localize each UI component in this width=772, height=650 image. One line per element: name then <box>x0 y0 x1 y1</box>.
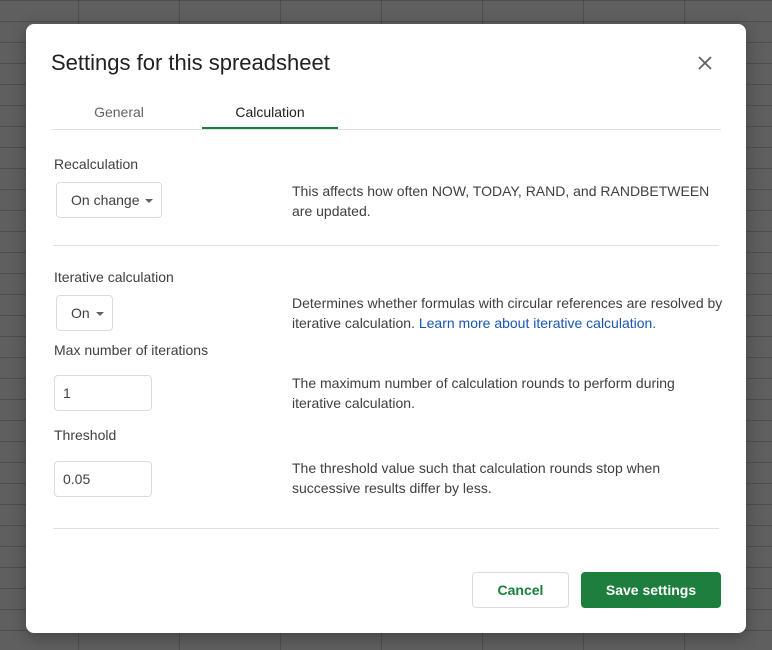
section-divider <box>53 245 719 246</box>
recalculation-select[interactable]: On change <box>56 182 162 218</box>
threshold-description: The threshold value such that calculatio… <box>292 460 661 496</box>
dropdown-caret-icon <box>145 199 153 203</box>
max-iterations-description: The maximum number of calculation rounds… <box>292 375 675 411</box>
threshold-input[interactable] <box>54 461 152 497</box>
iterative-calculation-select[interactable]: On <box>56 295 113 331</box>
tab-calculation[interactable]: Calculation <box>202 96 338 129</box>
iterative-calculation-description: Determines whether formulas with circula… <box>292 293 724 333</box>
iterative-calculation-label: Iterative calculation <box>54 269 174 285</box>
tab-general[interactable]: General <box>51 96 187 127</box>
learn-more-link[interactable]: Learn more about iterative calculation. <box>419 315 656 331</box>
close-icon <box>698 56 712 70</box>
dropdown-caret-icon <box>96 312 104 316</box>
tab-bar: General Calculation <box>51 96 721 130</box>
recalculation-label: Recalculation <box>54 156 139 172</box>
settings-dialog: Settings for this spreadsheet General Ca… <box>26 24 746 633</box>
iterative-calculation-select-value: On <box>71 305 90 321</box>
save-settings-button[interactable]: Save settings <box>581 572 721 608</box>
cancel-button[interactable]: Cancel <box>472 572 569 608</box>
threshold-label: Threshold <box>54 427 117 443</box>
dialog-title: Settings for this spreadsheet <box>51 50 330 75</box>
close-button[interactable] <box>694 52 716 74</box>
section-divider <box>53 528 719 529</box>
recalculation-select-value: On change <box>71 192 140 208</box>
max-iterations-label: Max number of iterations <box>54 342 209 358</box>
recalculation-description: This affects how often NOW, TODAY, RAND,… <box>292 183 710 219</box>
max-iterations-input[interactable] <box>54 375 152 411</box>
